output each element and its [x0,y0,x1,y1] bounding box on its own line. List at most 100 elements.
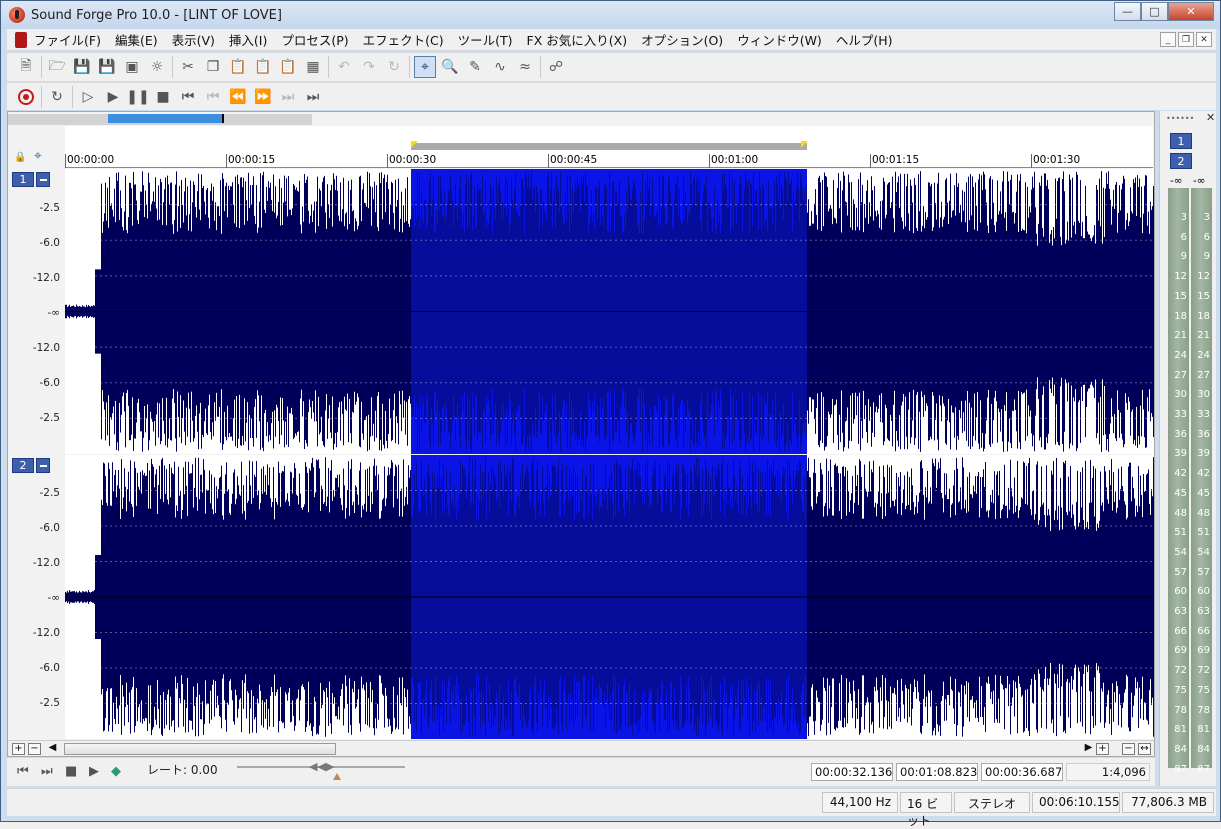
next-icon[interactable]: ⏭ [277,86,299,108]
snap-icon[interactable]: ⌖ [34,148,42,164]
rewind-icon[interactable]: ⏪ [227,86,249,108]
channels-status[interactable]: ステレオ [954,792,1030,813]
plugin-chainer-icon[interactable]: ☍ [545,56,567,78]
selection-bar[interactable] [411,143,807,150]
repeat-icon[interactable]: ↻ [383,56,405,78]
undo-icon[interactable]: ↶ [333,56,355,78]
save-as-icon[interactable]: 💾 [96,56,118,78]
menu-view[interactable]: 表示(V) [165,30,222,49]
doc-close-button[interactable]: ✕ [1196,32,1212,47]
render-icon[interactable]: ▣ [121,56,143,78]
meter-scale-label: 21 [1197,330,1210,342]
pause-icon[interactable]: ❚❚ [126,86,149,108]
meter-scale-label: 9 [1203,251,1210,263]
stop-icon[interactable]: ■ [65,764,77,779]
menu-file[interactable]: ファイル(F) [27,30,108,49]
selection-end-marker[interactable] [801,141,808,148]
go-end-icon[interactable]: ⏭ [302,86,324,108]
menu-help[interactable]: ヘルプ(H) [829,30,900,49]
menu-tools[interactable]: ツール(T) [451,30,520,49]
forward-icon[interactable]: ⏩ [252,86,274,108]
peak-left[interactable]: -∞ [1170,175,1183,187]
close-button[interactable]: ✕ [1168,2,1214,21]
bit-depth-status[interactable]: 16 ビット [900,792,952,828]
channel-1-button[interactable]: 1 [12,172,34,187]
vertical-zoom-in-button[interactable]: + [1096,743,1109,755]
meter-scale-label: 3 [1203,212,1210,223]
meter-scale-label: 6 [1180,231,1187,243]
document-menu-icon[interactable] [15,31,27,48]
meter-channel-2-button[interactable]: 2 [1170,153,1192,169]
meter-scale-label: 45 [1197,487,1210,499]
loop-icon[interactable]: ↻ [46,86,68,108]
event-tool-icon[interactable]: ≈ [514,56,536,78]
properties-icon[interactable]: ☼ [146,56,168,78]
prev-icon[interactable]: ⏮ [202,86,224,108]
playhead-icon[interactable]: ◆ [111,764,121,779]
playback-rate-slider-thumb[interactable]: ◀◀▶ [309,760,334,773]
selection-start-marker[interactable] [411,141,418,148]
meter-scale-label: 39 [1197,448,1210,460]
record-icon[interactable] [15,86,37,108]
menu-window[interactable]: ウィンドウ(W) [730,30,829,49]
crop-icon[interactable]: 📋 [277,56,299,78]
cut-icon[interactable]: ✂ [177,56,199,78]
zoom-in-button[interactable]: + [12,743,25,755]
channel-1-minimize-button[interactable] [36,172,50,187]
scroll-left-button[interactable]: ◀ [46,743,59,755]
play-icon[interactable]: ▶ [89,764,99,779]
go-start-icon[interactable]: ⏮ [17,764,29,779]
waveform-channel-2[interactable] [65,455,1154,739]
slider-center-marker [333,773,341,780]
menu-fx-favorites[interactable]: FX お気に入り(X) [520,30,635,49]
open-icon[interactable]: 🗁 [46,56,68,78]
new-icon[interactable]: 🗎 [15,56,37,78]
play-all-icon[interactable]: ▷ [77,86,99,108]
doc-restore-button[interactable]: ❐ [1178,32,1194,47]
paste-icon[interactable]: 📋 [227,56,249,78]
channel-2-minimize-button[interactable] [36,458,50,473]
menu-insert[interactable]: 挿入(I) [222,30,274,49]
selection-start-field[interactable]: 00:00:32.136 [811,763,893,781]
zoom-out-button[interactable]: − [28,743,41,755]
meter-scale-label: 87 [1197,763,1210,775]
horizontal-scrollbar[interactable]: + − ◀ ▶ + − ↔ [8,740,1154,756]
meter-close-icon[interactable]: ✕ [1206,111,1215,124]
zoom-ratio-field[interactable]: 1:4,096 [1066,763,1150,781]
stop-icon[interactable]: ■ [152,86,174,108]
time-ruler[interactable]: 00:00:00 00:00:15 00:00:30 00:00:45 00:0… [65,126,1153,168]
scrollbar-thumb[interactable] [64,743,336,755]
peak-right[interactable]: -∞ [1193,175,1206,187]
lock-icon[interactable]: 🔒 [14,152,26,163]
edit-tool-icon[interactable]: ⌖ [414,56,436,78]
pencil-tool-icon[interactable]: ✎ [464,56,486,78]
go-start-icon[interactable]: ⏮ [177,86,199,108]
menu-process[interactable]: プロセス(P) [274,30,355,49]
vertical-zoom-reset-button[interactable]: ↔ [1138,743,1151,755]
scroll-right-button[interactable]: ▶ [1082,743,1095,755]
maximize-button[interactable]: □ [1141,2,1168,21]
meter-grip[interactable]: •••••• [1166,114,1194,123]
menu-effects[interactable]: エフェクト(C) [356,30,451,49]
go-end-icon[interactable]: ⏭ [41,764,53,779]
minimize-button[interactable]: — [1114,2,1141,21]
menu-options[interactable]: オプション(O) [634,30,730,49]
sample-rate-status[interactable]: 44,100 Hz [822,792,898,813]
copy-icon[interactable]: ❐ [202,56,224,78]
redo-icon[interactable]: ↷ [358,56,380,78]
trim-icon[interactable]: ▦ [302,56,324,78]
waveform-channel-1[interactable] [65,169,1154,454]
vertical-zoom-out-button[interactable]: − [1122,743,1135,755]
magnify-tool-icon[interactable]: 🔍 [439,56,461,78]
channel-2-button[interactable]: 2 [12,458,34,473]
selection-end-field[interactable]: 00:01:08.823 [896,763,978,781]
play-icon[interactable]: ▶ [102,86,124,108]
menu-edit[interactable]: 編集(E) [108,30,165,49]
doc-minimize-button[interactable]: _ [1160,32,1176,47]
envelope-tool-icon[interactable]: ∿ [489,56,511,78]
selection-length-field[interactable]: 00:00:36.687 [981,763,1063,781]
overview-selection[interactable] [108,114,224,123]
save-icon[interactable]: 💾 [71,56,93,78]
mix-icon[interactable]: 📋 [252,56,274,78]
meter-channel-1-button[interactable]: 1 [1170,133,1192,149]
